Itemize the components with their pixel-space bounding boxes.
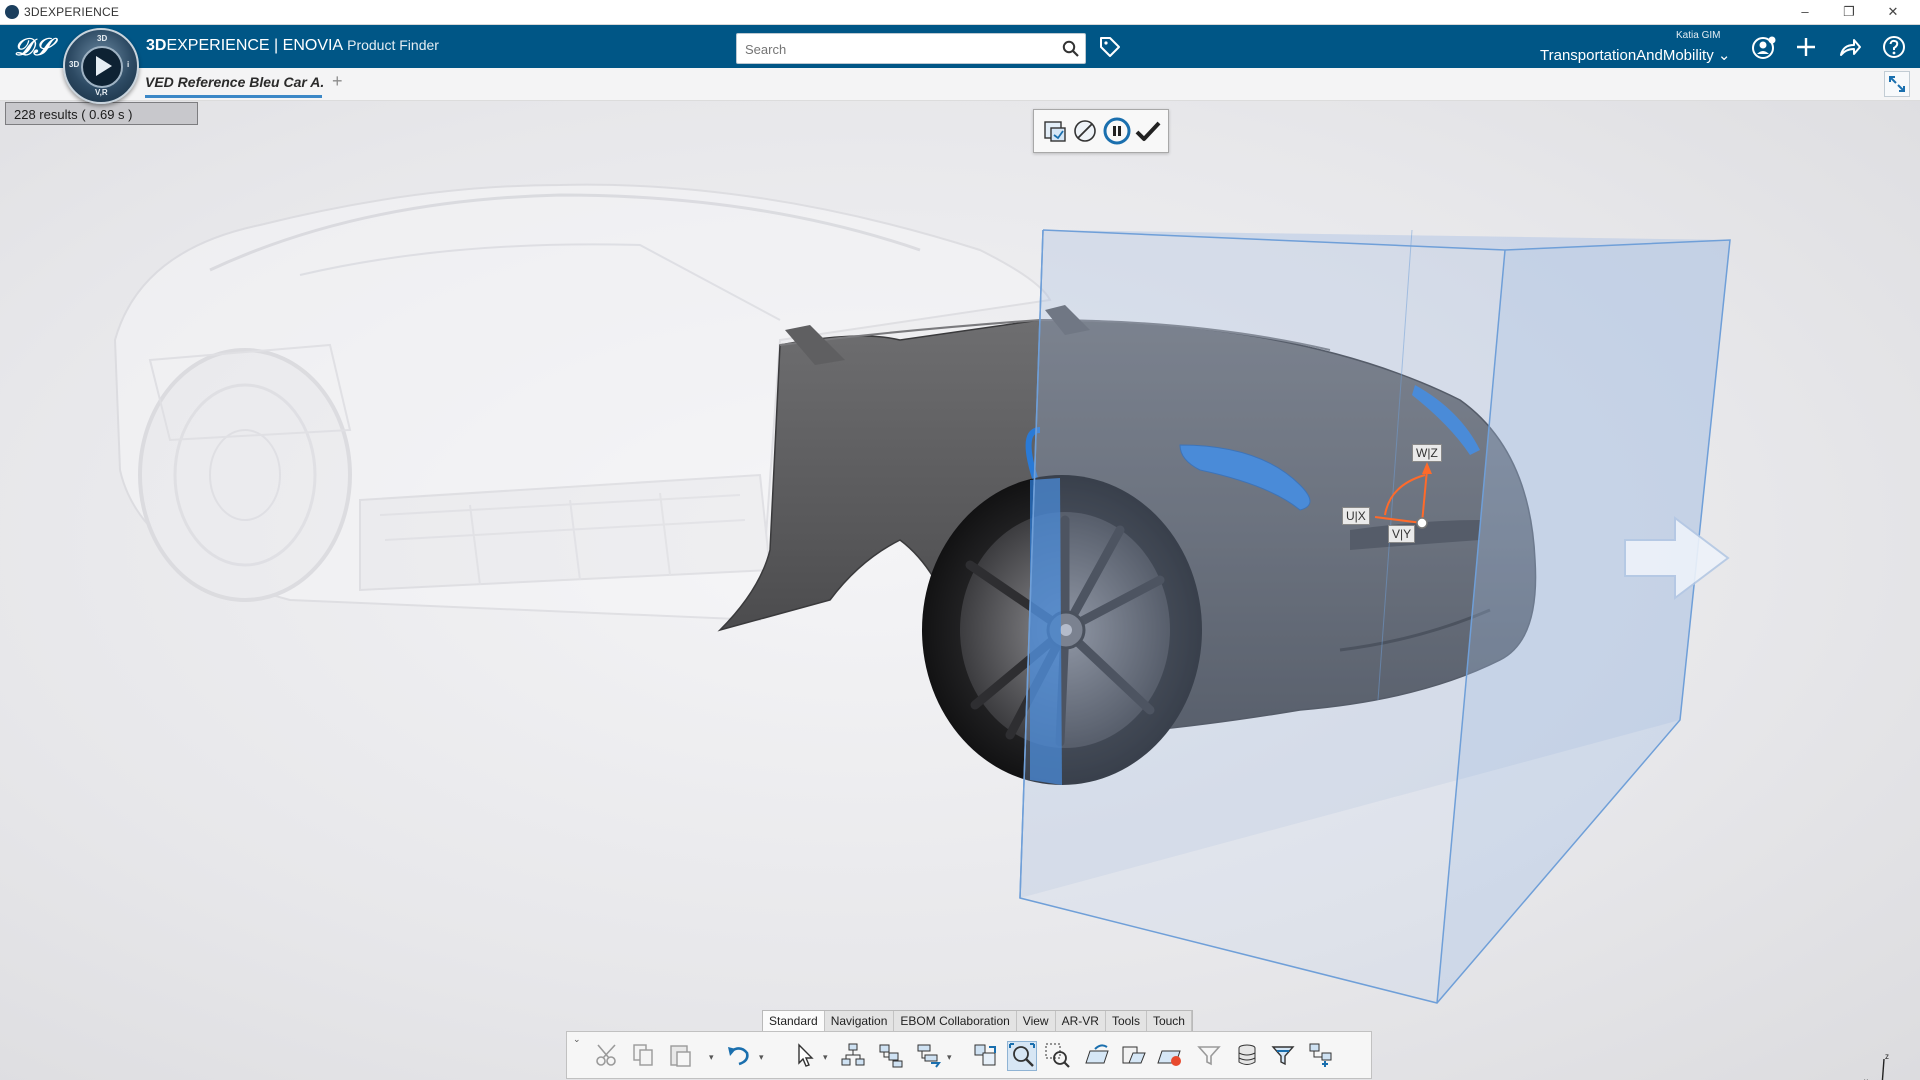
zoom-area-icon[interactable] [1043,1041,1071,1069]
brand-main: EXPERIENCE | ENOVIA [166,37,344,54]
active-tab-indicator [145,95,322,98]
chevron-down-icon: ⌄ [1717,47,1731,64]
tab-ar-vr[interactable]: AR-VR [1056,1011,1106,1032]
select-caret-icon[interactable]: ▾ [823,1052,828,1063]
user-name[interactable]: Katia GIM [1676,30,1720,41]
robot-v-label[interactable]: V|Y [1388,525,1416,543]
app-icon [5,5,19,19]
tree-caret-icon[interactable]: ▾ [947,1052,952,1063]
compass-right-label: i [127,60,130,69]
copy-icon[interactable] [629,1041,657,1069]
expand-icon [1889,76,1905,92]
expand-button[interactable] [1884,71,1910,97]
tenant-label: TransportationAndMobility [1540,47,1714,64]
action-bar-tabs: Standard Navigation EBOM Collaboration V… [762,1010,1193,1032]
app-brand: 3DEXPERIENCE | ENOVIA Product Finder [146,37,439,55]
open-with-icon[interactable] [1119,1041,1147,1069]
tab-ved-reference[interactable]: VED Reference Bleu Car A. [145,74,324,90]
tab-navigation[interactable]: Navigation [825,1011,895,1032]
add-tab-button[interactable]: + [332,71,343,92]
open-icon[interactable] [1083,1041,1111,1069]
car-model-scene[interactable] [0,101,1920,1080]
tenant-selector[interactable]: TransportationAndMobility ⌄ [1540,46,1730,64]
scissors-icon[interactable] [593,1041,621,1069]
funnel-icon[interactable] [1269,1041,1297,1069]
check-icon[interactable] [1133,116,1163,146]
help-icon[interactable] [1882,35,1906,59]
compass-top-label: 3D [97,34,108,43]
section-context-toolbar [1033,109,1169,153]
share-icon[interactable] [1838,35,1862,59]
pause-icon[interactable] [1102,116,1132,146]
section-box[interactable] [1019,229,1731,1004]
compass-button[interactable]: 3D 3D i V,R [63,28,139,104]
paste-icon[interactable] [667,1041,695,1069]
tab-ebom-collaboration[interactable]: EBOM Collaboration [894,1011,1017,1032]
minimize-button[interactable]: – [1783,0,1827,24]
app-name: Product Finder [347,37,439,53]
close-window-button[interactable]: ✕ [1871,0,1915,24]
select-icon[interactable] [791,1041,819,1069]
database-icon[interactable] [1233,1041,1261,1069]
search-icon[interactable] [1062,40,1079,57]
ds-logo-icon[interactable]: 𝒟𝒮 [14,32,52,61]
svg-text:z: z [1885,1052,1889,1061]
play-icon [96,56,112,76]
zoom-fit-icon[interactable] [1007,1041,1037,1071]
axis-triad-icon: z x [1864,1052,1889,1080]
results-count: 228 results ( 0.69 s ) [5,102,198,125]
tab-standard[interactable]: Standard [763,1011,825,1032]
section-cut-icon[interactable] [1070,116,1100,146]
tree-filter-icon[interactable] [915,1041,943,1069]
tab-tools[interactable]: Tools [1106,1011,1147,1032]
save-icon[interactable] [1155,1041,1183,1069]
3d-viewport[interactable]: z x [0,101,1920,1080]
brand-prefix: 3D [146,37,167,54]
tab-touch[interactable]: Touch [1147,1011,1192,1032]
window-titlebar: 3DEXPERIENCE – ❐ ✕ [0,0,1920,25]
restore-button[interactable]: ❐ [1827,0,1871,24]
undo-icon[interactable] [725,1041,753,1069]
undo-caret-icon[interactable]: ▾ [759,1052,764,1063]
tree-icon[interactable] [839,1041,867,1069]
reframe-icon[interactable] [971,1041,999,1069]
compass-bottom-label: V,R [95,88,108,97]
add-icon[interactable] [1794,35,1818,59]
action-bar: ⌄ ▾ ▾ ▾ ▾ [566,1031,1372,1079]
paste-caret-icon[interactable]: ▾ [709,1052,714,1063]
structure-icon[interactable] [1307,1041,1335,1069]
robot-u-label[interactable]: U|X [1342,507,1370,525]
collapse-caret-icon[interactable]: ⌄ [573,1034,581,1045]
filter-icon[interactable] [1195,1041,1223,1069]
user-profile-icon[interactable] [1751,35,1777,61]
compass-left-label: 3D [69,60,80,69]
tree-expand-icon[interactable] [877,1041,905,1069]
tab-view[interactable]: View [1017,1011,1056,1032]
search-box[interactable] [736,33,1086,64]
window-title: 3DEXPERIENCE [24,5,120,19]
section-export-icon[interactable] [1040,116,1070,146]
tag-icon[interactable] [1098,35,1122,59]
robot-w-label[interactable]: W|Z [1412,444,1442,462]
search-input[interactable] [743,38,1057,60]
